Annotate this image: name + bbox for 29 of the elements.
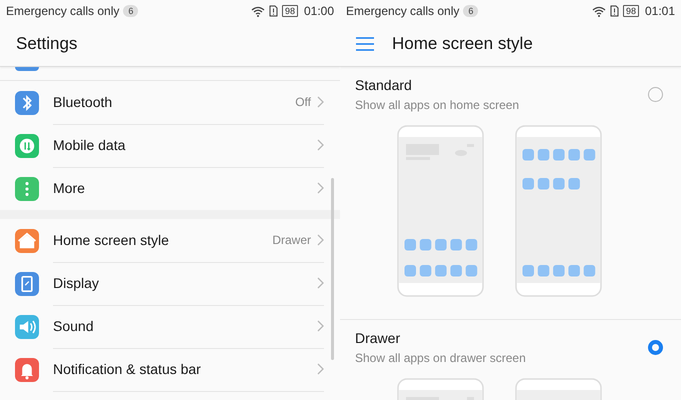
settings-item[interactable]: Notification & status bar xyxy=(0,348,340,391)
item-label: Display xyxy=(53,275,100,291)
settings-item[interactable]: Mobile data xyxy=(0,124,340,167)
clock: 01:00 xyxy=(304,4,334,18)
settings-item[interactable]: Sound xyxy=(0,305,340,348)
item-label: Sound xyxy=(53,318,94,334)
option-description: Show all apps on drawer screen xyxy=(355,351,527,365)
item-label: Notification & status bar xyxy=(53,361,202,377)
settings-item[interactable]: Home screen style Drawer xyxy=(0,219,340,262)
settings-item[interactable]: Bluetooth Off xyxy=(0,81,340,124)
settings-item[interactable]: Display xyxy=(0,262,340,305)
carrier-text: Emergency calls only xyxy=(6,4,120,18)
option-label: Standard xyxy=(355,77,413,93)
notification-count: 6 xyxy=(463,5,478,17)
item-label: Mobile data xyxy=(53,137,126,153)
item-label: Bluetooth xyxy=(53,94,114,110)
battery-level: 98 xyxy=(282,5,298,17)
option-description: Show all apps on home screen xyxy=(355,98,520,112)
item-label: Home screen style xyxy=(53,232,170,248)
screen-title: Settings xyxy=(16,34,78,54)
battery-level: 98 xyxy=(622,5,639,17)
clock: 01:01 xyxy=(644,4,675,18)
item-label: More xyxy=(53,180,86,196)
option-label: Drawer xyxy=(355,330,402,346)
notification-count: 6 xyxy=(123,5,138,17)
item-value: Off xyxy=(295,95,311,109)
item-value: Drawer xyxy=(272,233,311,247)
screen-title: Home screen style xyxy=(392,34,533,54)
carrier-text: Emergency calls only xyxy=(346,4,460,18)
